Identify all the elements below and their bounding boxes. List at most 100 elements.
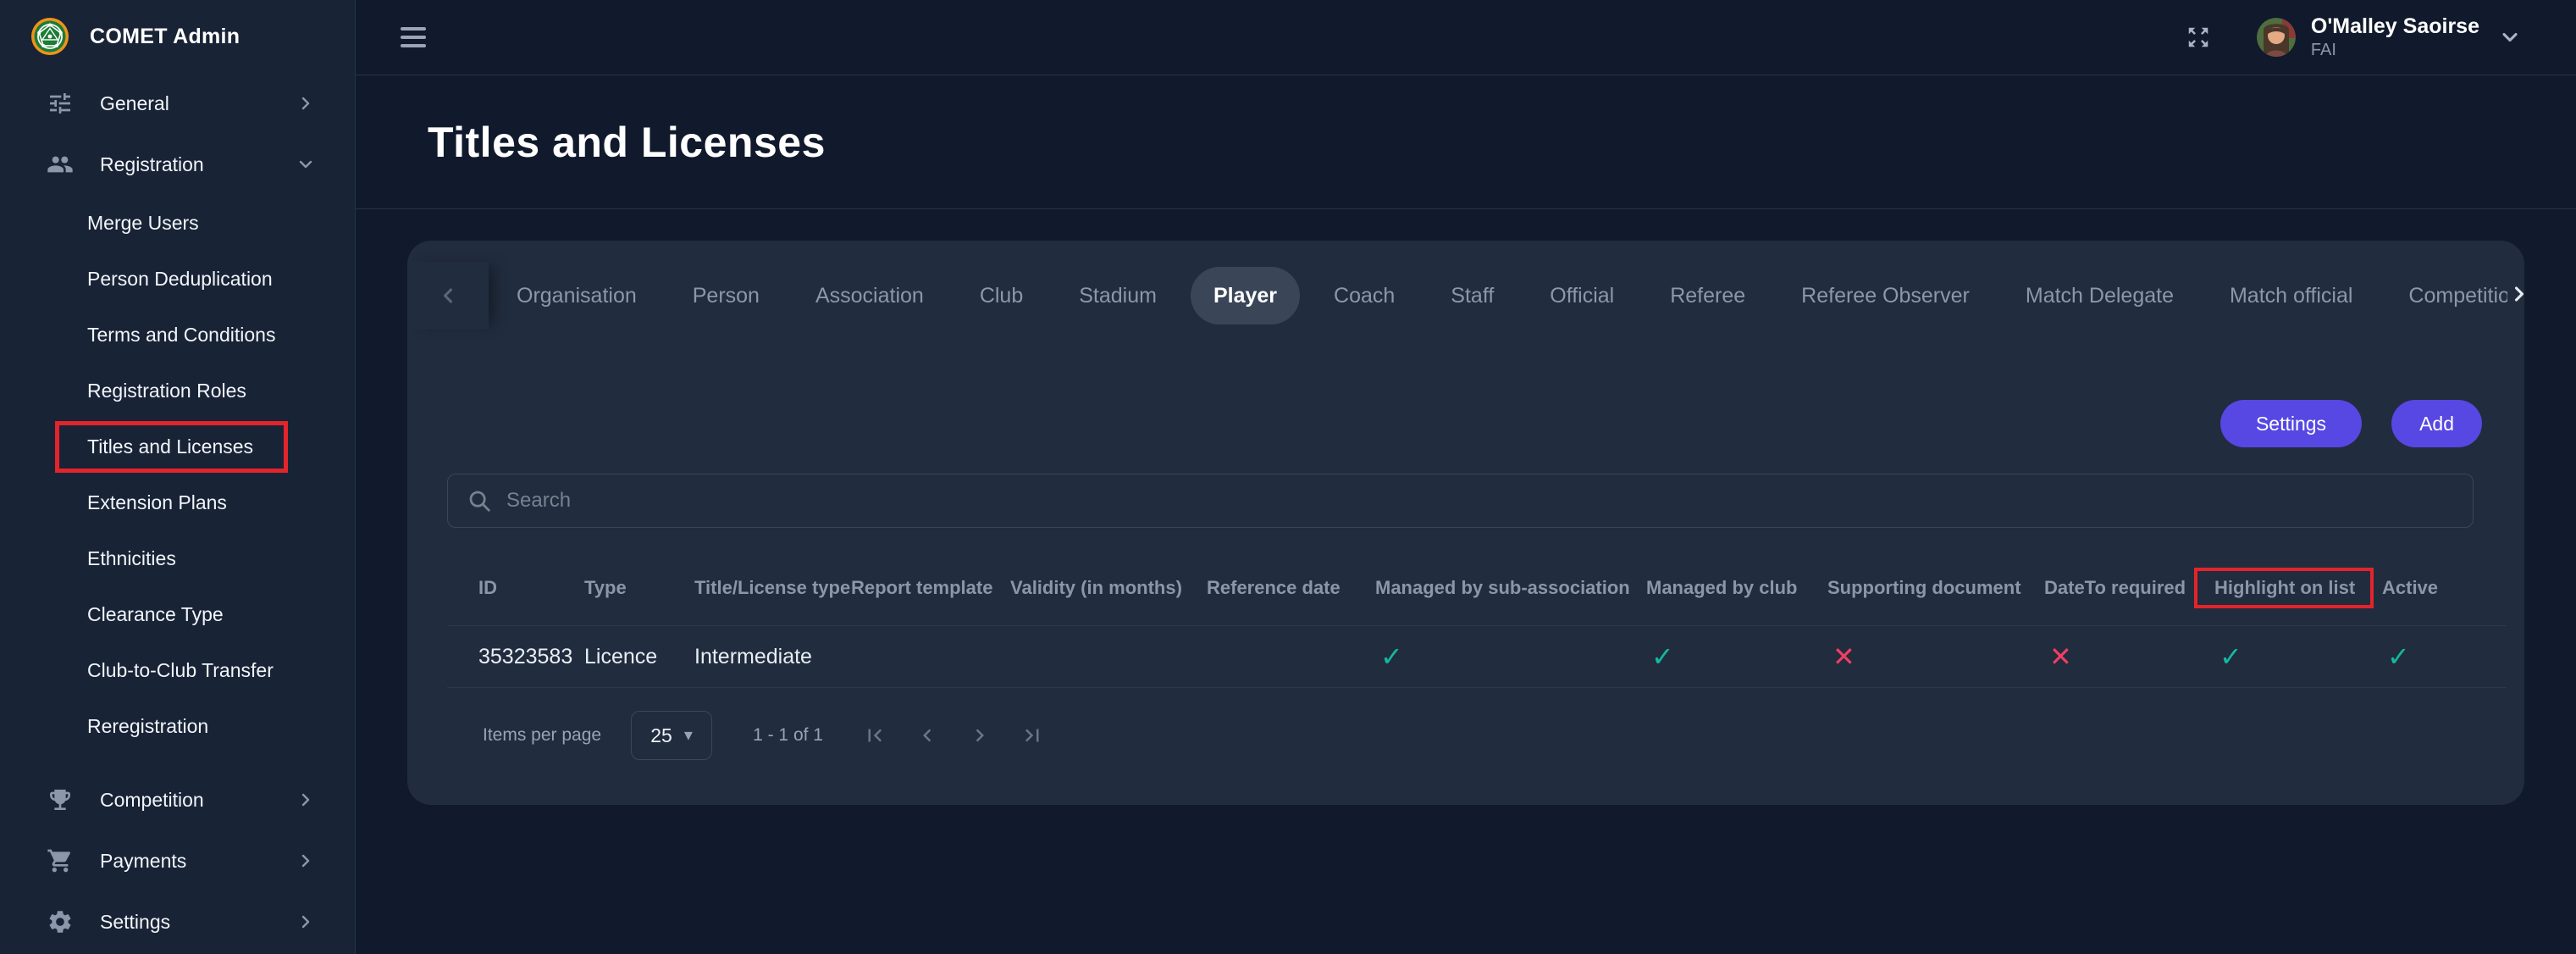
next-page-icon[interactable] <box>967 723 992 748</box>
add-button[interactable]: Add <box>2391 400 2482 447</box>
app-root: COMET Admin General Registration <box>0 0 2576 954</box>
tab-organisation[interactable]: Organisation <box>489 284 665 308</box>
chevron-right-icon <box>296 912 316 932</box>
sidebar-item-label: Registration <box>100 153 204 176</box>
column-header-title-license-type[interactable]: Title/License type <box>694 577 851 599</box>
chevron-right-icon <box>296 851 316 871</box>
chevron-down-icon[interactable] <box>2498 25 2522 49</box>
sidebar-subitem-reregistration[interactable]: Reregistration <box>0 698 355 754</box>
search-icon <box>467 488 492 513</box>
sidebar-subitem-club-to-club-transfer[interactable]: Club-to-Club Transfer <box>0 642 355 698</box>
column-header-id[interactable]: ID <box>447 577 584 599</box>
fullscreen-icon[interactable] <box>2186 25 2211 50</box>
subitem-label: Merge Users <box>87 212 199 235</box>
user-block[interactable]: O'Malley Saoirse FAI <box>2311 14 2479 60</box>
column-header-supporting-document[interactable]: Supporting document <box>1827 577 2044 599</box>
column-header-dateto-required[interactable]: DateTo required <box>2044 577 2214 599</box>
sidebar-item-label: Competition <box>100 789 204 812</box>
tab-stadium[interactable]: Stadium <box>1051 284 1185 308</box>
items-per-page-select[interactable]: 25 ▾ <box>631 711 712 760</box>
sidebar-subitem-terms-and-conditions[interactable]: Terms and Conditions <box>0 307 355 363</box>
chevron-right-icon <box>296 93 316 114</box>
tune-icon <box>46 89 75 118</box>
titles-licenses-table: ID Type Title/License type Report templa… <box>447 568 2507 688</box>
sidebar-subitem-titles-and-licenses[interactable]: Titles and Licenses <box>0 419 355 474</box>
sidebar-item-settings[interactable]: Settings <box>0 891 355 952</box>
previous-page-icon[interactable] <box>915 723 940 748</box>
column-header-highlight-on-list[interactable]: Highlight on list <box>2214 568 2382 608</box>
sidebar-subitem-registration-roles[interactable]: Registration Roles <box>0 363 355 419</box>
content-area: Organisation Person Association Club Sta… <box>356 209 2576 954</box>
items-per-page-value: 25 <box>650 724 672 747</box>
table-row[interactable]: 35323583 Licence Intermediate ✓ ✓ ✕ ✕ ✓ … <box>447 625 2507 688</box>
registration-submenu: Merge Users Person Deduplication Terms a… <box>0 195 355 754</box>
check-icon: ✓ <box>1646 641 1827 673</box>
tab-match-delegate[interactable]: Match Delegate <box>1998 284 2202 308</box>
page-range-label: 1 - 1 of 1 <box>753 725 823 746</box>
check-icon: ✓ <box>2214 641 2382 673</box>
sidebar-subitem-person-deduplication[interactable]: Person Deduplication <box>0 251 355 307</box>
items-per-page-label: Items per page <box>483 725 601 746</box>
table-header-row: ID Type Title/License type Report templa… <box>447 568 2507 607</box>
last-page-icon[interactable] <box>1020 723 1045 748</box>
sidebar-subitem-clearance-type[interactable]: Clearance Type <box>0 586 355 642</box>
column-header-managed-by-club[interactable]: Managed by club <box>1646 577 1827 599</box>
people-icon <box>46 150 75 179</box>
page-title: Titles and Licenses <box>428 118 826 167</box>
tab-match-official[interactable]: Match official <box>2202 284 2380 308</box>
app-title: COMET Admin <box>90 25 240 49</box>
tabs-scroll-left-button[interactable] <box>407 262 489 330</box>
column-header-active[interactable]: Active <box>2382 577 2507 599</box>
tab-staff[interactable]: Staff <box>1423 284 1522 308</box>
column-header-validity[interactable]: Validity (in months) <box>1010 577 1207 599</box>
sidebar-nav: General Registration Merge Users Person … <box>0 73 355 952</box>
column-header-report-template[interactable]: Report template <box>851 577 1010 599</box>
check-icon: ✓ <box>1375 641 1646 673</box>
cross-icon: ✕ <box>2044 641 2214 673</box>
column-header-reference-date[interactable]: Reference date <box>1207 577 1375 599</box>
tab-referee-observer[interactable]: Referee Observer <box>1773 284 1998 308</box>
first-page-icon[interactable] <box>862 723 887 748</box>
column-header-type[interactable]: Type <box>584 577 694 599</box>
search-bar[interactable] <box>447 474 2474 528</box>
column-header-managed-by-sub-association[interactable]: Managed by sub-association <box>1375 577 1646 599</box>
titles-licenses-card: Organisation Person Association Club Sta… <box>407 241 2524 805</box>
sidebar-item-label: Settings <box>100 911 170 934</box>
user-org: FAI <box>2311 41 2479 60</box>
tab-coach[interactable]: Coach <box>1306 284 1423 308</box>
entity-tabstrip: Organisation Person Association Club Sta… <box>407 262 2524 330</box>
user-avatar[interactable] <box>2257 18 2296 57</box>
subitem-label: Extension Plans <box>87 491 227 514</box>
sidebar-item-general[interactable]: General <box>0 73 355 134</box>
sidebar-subitem-extension-plans[interactable]: Extension Plans <box>0 474 355 530</box>
tab-association[interactable]: Association <box>788 284 952 308</box>
subitem-label: Titles and Licenses <box>87 435 253 458</box>
sidebar-subitem-merge-users[interactable]: Merge Users <box>0 195 355 251</box>
cart-icon <box>46 846 75 875</box>
subitem-label: Ethnicities <box>87 547 176 570</box>
cross-icon: ✕ <box>1827 641 2044 673</box>
dropdown-arrow-icon: ▾ <box>684 727 693 744</box>
sidebar-item-label: Payments <box>100 850 186 873</box>
trophy-icon <box>46 785 75 814</box>
menu-icon[interactable] <box>401 27 426 47</box>
tab-referee[interactable]: Referee <box>1642 284 1773 308</box>
tab-person[interactable]: Person <box>665 284 788 308</box>
tabs-scroll-right-button[interactable] <box>2507 282 2524 310</box>
pager-controls <box>862 723 1045 748</box>
tab-official[interactable]: Official <box>1522 284 1642 308</box>
logo-row: COMET Admin <box>0 0 355 73</box>
subitem-label: Terms and Conditions <box>87 324 275 347</box>
card-actions: Settings Add <box>407 400 2524 447</box>
tab-competition-manager[interactable]: Competition ma <box>2380 284 2507 308</box>
active-item-annotation-box: Titles and Licenses <box>55 421 288 473</box>
sidebar-item-competition[interactable]: Competition <box>0 769 355 830</box>
sidebar-item-payments[interactable]: Payments <box>0 830 355 891</box>
tab-club[interactable]: Club <box>952 284 1051 308</box>
sidebar-subitem-ethnicities[interactable]: Ethnicities <box>0 530 355 586</box>
settings-button[interactable]: Settings <box>2220 400 2362 447</box>
subitem-label: Registration Roles <box>87 380 246 402</box>
search-input[interactable] <box>506 489 2454 513</box>
sidebar-item-registration[interactable]: Registration <box>0 134 355 195</box>
tab-player[interactable]: Player <box>1191 267 1300 324</box>
